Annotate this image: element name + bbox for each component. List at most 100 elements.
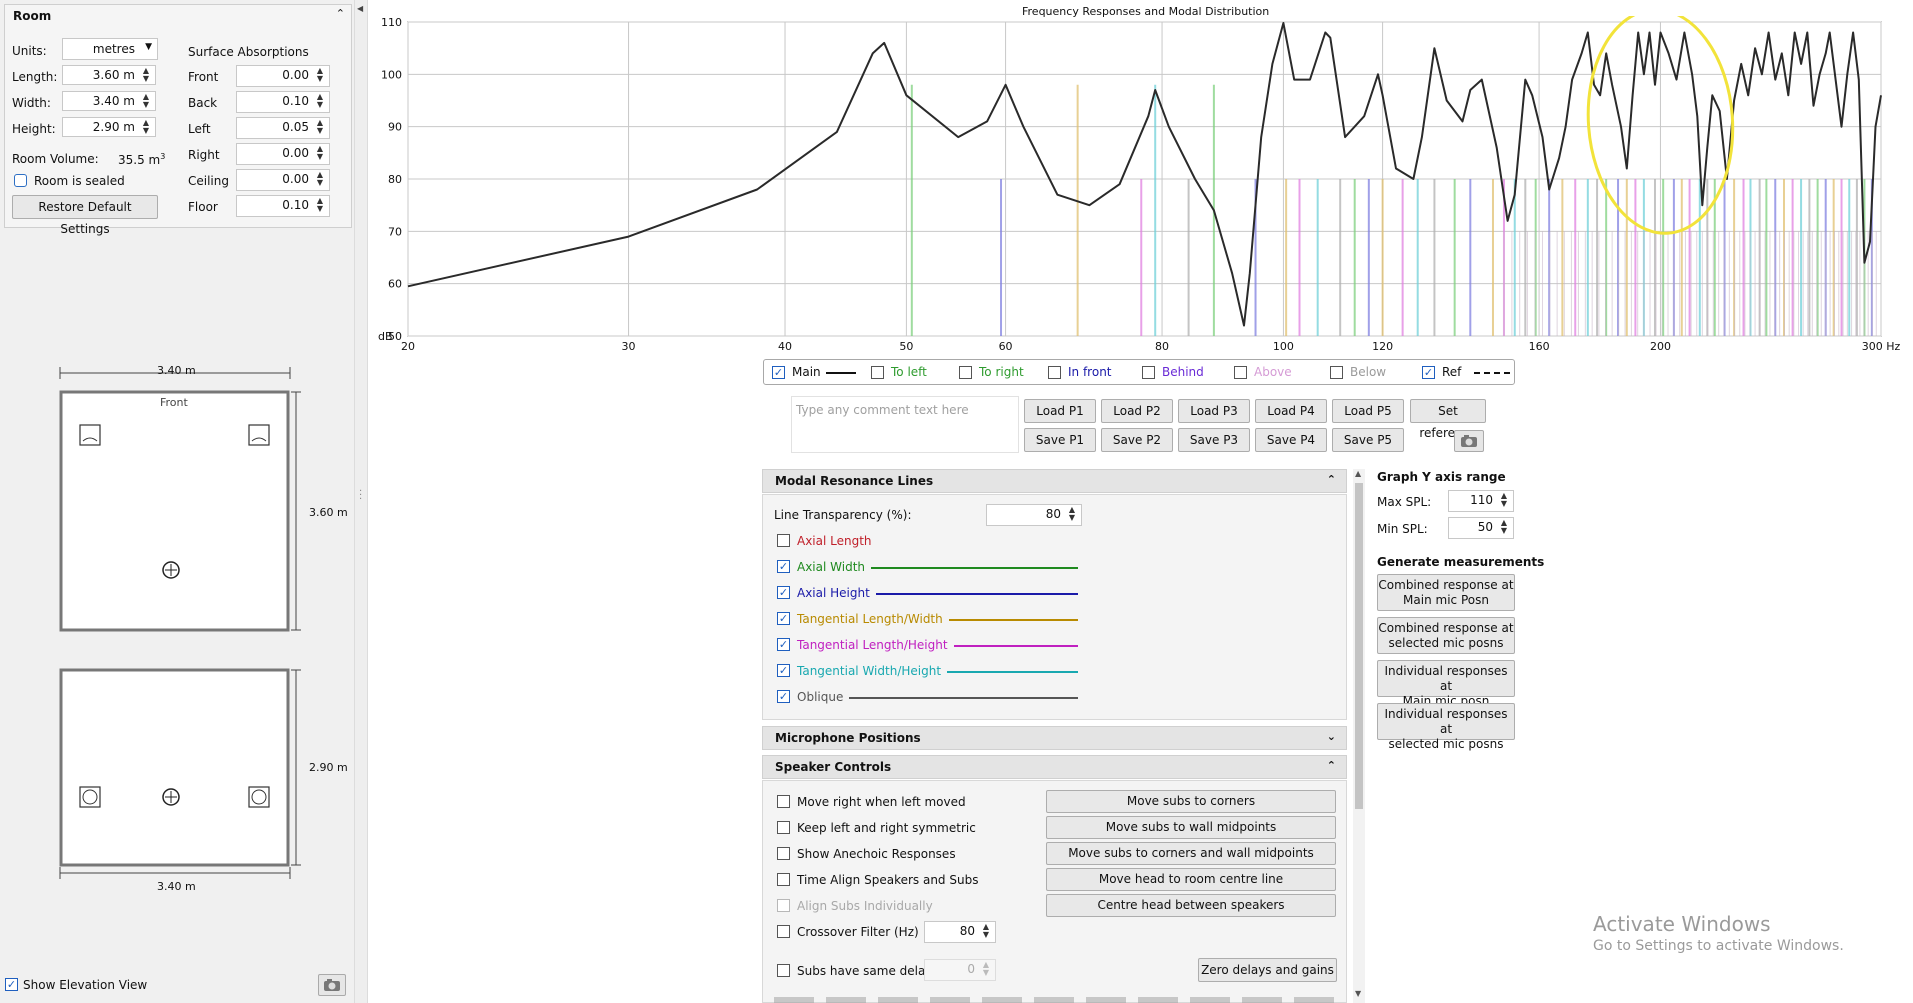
load-preset-button[interactable]: Load P4	[1255, 399, 1327, 423]
legend-checkbox[interactable]	[871, 366, 884, 379]
save-preset-button[interactable]: Save P4	[1255, 428, 1327, 452]
y-tick-label: 70	[388, 225, 402, 238]
restore-defaults-button[interactable]: Restore Default Settings	[12, 195, 158, 236]
scrollbar-thumb[interactable]	[1355, 483, 1363, 809]
x-tick-label: 50	[899, 340, 913, 353]
collapse-left-icon[interactable]: ◀	[357, 4, 363, 13]
absorption-spinbox[interactable]: 0.10 ▲ ▼	[236, 91, 330, 113]
modal-line-checkbox[interactable]: ✓	[777, 612, 790, 625]
legend-checkbox[interactable]: ✓	[1422, 366, 1435, 379]
speaker-action-button[interactable]: Move subs to wall midpoints	[1046, 816, 1336, 839]
load-preset-button[interactable]: Load P3	[1178, 399, 1250, 423]
button-line2: Main mic Posn	[1403, 593, 1489, 607]
room-sealed-checkbox[interactable]	[14, 174, 27, 187]
modal-line-sample	[876, 593, 1078, 595]
load-preset-button[interactable]: Load P1	[1024, 399, 1096, 423]
collapse-chevron-icon[interactable]: ⌃	[336, 7, 345, 20]
scroll-up-icon[interactable]: ▲	[1355, 469, 1361, 478]
modal-line-checkbox[interactable]	[777, 534, 790, 547]
absorption-spinbox[interactable]: 0.00 ▲ ▼	[236, 65, 330, 87]
save-preset-button[interactable]: Save P2	[1101, 428, 1173, 452]
spin-arrows-icon[interactable]: ▲ ▼	[979, 923, 993, 939]
speaker-option-checkbox[interactable]	[777, 847, 790, 860]
save-preset-button[interactable]: Save P5	[1332, 428, 1404, 452]
absorption-spinbox[interactable]: 0.00 ▲ ▼	[236, 169, 330, 191]
spin-arrows-icon[interactable]: ▲ ▼	[313, 197, 327, 213]
subs-delay-spinbox[interactable]: 0 ▲ ▼	[924, 959, 996, 981]
spin-arrows-icon[interactable]: ▲ ▼	[313, 93, 327, 109]
scroll-down-icon[interactable]: ▼	[1355, 989, 1361, 998]
width-spinbox[interactable]: 3.40 m ▲ ▼	[62, 91, 156, 111]
legend-checkbox[interactable]	[1330, 366, 1343, 379]
generate-measurement-button[interactable]: Individual responses at Main mic posn	[1377, 660, 1515, 708]
load-preset-button[interactable]: Load P2	[1101, 399, 1173, 423]
comment-input[interactable]: Type any comment text here	[791, 396, 1019, 453]
speaker-option-label: Time Align Speakers and Subs	[797, 873, 979, 887]
speaker-option-checkbox[interactable]	[777, 795, 790, 808]
spin-arrows-icon[interactable]: ▲ ▼	[313, 67, 327, 83]
legend-checkbox[interactable]	[1048, 366, 1061, 379]
speaker-action-button[interactable]: Move subs to corners	[1046, 790, 1336, 813]
volume-value: 35.5 m3	[118, 152, 166, 167]
camera-icon[interactable]	[1454, 430, 1484, 452]
height-spinbox[interactable]: 2.90 m ▲ ▼	[62, 117, 156, 137]
speaker-option-checkbox[interactable]	[777, 873, 790, 886]
length-spinbox[interactable]: 3.60 m ▲ ▼	[62, 65, 156, 85]
speaker-option-checkbox[interactable]	[777, 925, 790, 938]
speaker-action-button[interactable]: Move head to room centre line	[1046, 868, 1336, 891]
modal-line-checkbox[interactable]: ✓	[777, 560, 790, 573]
generate-measurement-button[interactable]: Combined response at Main mic Posn	[1377, 574, 1515, 611]
spin-arrows-icon[interactable]: ▲ ▼	[139, 67, 153, 83]
transparency-spinbox[interactable]: 80 ▲ ▼	[986, 504, 1082, 526]
min-spl-spinbox[interactable]: 50 ▲ ▼	[1448, 517, 1514, 539]
crossover-spinbox[interactable]: 80 ▲ ▼	[924, 921, 996, 943]
legend-checkbox[interactable]: ✓	[772, 366, 785, 379]
expand-chevron-icon[interactable]: ⌄	[1327, 730, 1336, 743]
panel-scrollbar[interactable]: ▲ ▼	[1353, 469, 1365, 1003]
splitter-grip-icon[interactable]: · · ·	[359, 487, 362, 505]
spin-arrows-icon[interactable]: ▲ ▼	[313, 145, 327, 161]
button-line1: Combined response at	[1378, 621, 1514, 635]
generate-measurement-button[interactable]: Combined response at selected mic posns	[1377, 617, 1515, 654]
save-preset-button[interactable]: Save P3	[1178, 428, 1250, 452]
spin-arrows-icon[interactable]: ▲ ▼	[313, 171, 327, 187]
camera-icon[interactable]	[318, 974, 346, 996]
speaker-action-button[interactable]: Move subs to corners and wall midpoints	[1046, 842, 1336, 865]
modal-lines-header[interactable]: Modal Resonance Lines ⌃	[762, 469, 1347, 493]
spin-arrows-icon[interactable]: ▲ ▼	[1065, 506, 1079, 522]
load-preset-button[interactable]: Load P5	[1332, 399, 1404, 423]
absorption-label: Right	[188, 148, 220, 162]
spin-arrows-icon[interactable]: ▲ ▼	[979, 961, 993, 977]
mic-positions-header[interactable]: Microphone Positions ⌄	[762, 726, 1347, 750]
spin-arrows-icon[interactable]: ▲ ▼	[139, 93, 153, 109]
modal-line-checkbox[interactable]: ✓	[777, 664, 790, 677]
modal-line-checkbox[interactable]: ✓	[777, 690, 790, 703]
legend-checkbox[interactable]	[1234, 366, 1247, 379]
absorption-spinbox[interactable]: 0.05 ▲ ▼	[236, 117, 330, 139]
spin-arrows-icon[interactable]: ▲ ▼	[139, 119, 153, 135]
save-preset-button[interactable]: Save P1	[1024, 428, 1096, 452]
spin-arrows-icon[interactable]: ▲ ▼	[1497, 519, 1511, 535]
speaker-controls-header[interactable]: Speaker Controls ⌃	[762, 755, 1347, 779]
spin-arrows-icon[interactable]: ▲ ▼	[1497, 492, 1511, 508]
legend-checkbox[interactable]	[959, 366, 972, 379]
legend-checkbox[interactable]	[1142, 366, 1155, 379]
zero-delays-button[interactable]: Zero delays and gains	[1198, 958, 1337, 982]
collapse-chevron-icon[interactable]: ⌃	[1327, 759, 1336, 772]
units-combo[interactable]: metres ▼	[62, 38, 158, 60]
set-reference-button[interactable]: Set reference	[1410, 399, 1486, 440]
generate-measurement-button[interactable]: Individual responses at selected mic posn…	[1377, 703, 1515, 751]
speaker-option-checkbox[interactable]	[777, 821, 790, 834]
absorption-spinbox[interactable]: 0.00 ▲ ▼	[236, 143, 330, 165]
speaker-option-checkbox[interactable]	[777, 899, 790, 912]
spin-arrows-icon[interactable]: ▲ ▼	[313, 119, 327, 135]
show-elevation-checkbox[interactable]: ✓	[5, 978, 18, 991]
collapse-chevron-icon[interactable]: ⌃	[1327, 473, 1336, 486]
frequency-graph[interactable]: 1101009080706050dB20 30 40 50 60 80 100 120 160 2…	[366, 16, 1913, 356]
speaker-action-button[interactable]: Centre head between speakers	[1046, 894, 1336, 917]
modal-line-checkbox[interactable]: ✓	[777, 586, 790, 599]
max-spl-spinbox[interactable]: 110 ▲ ▼	[1448, 490, 1514, 512]
absorption-spinbox[interactable]: 0.10 ▲ ▼	[236, 195, 330, 217]
modal-line-checkbox[interactable]: ✓	[777, 638, 790, 651]
speaker-option-checkbox[interactable]	[777, 964, 790, 977]
